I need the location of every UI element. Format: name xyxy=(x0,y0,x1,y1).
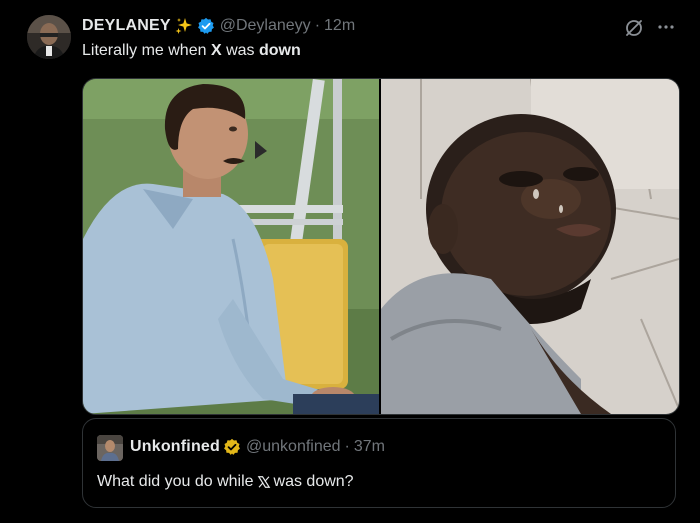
verified-badge-icon[interactable] xyxy=(197,17,215,35)
grok-icon[interactable] xyxy=(624,18,644,43)
quoted-author-avatar[interactable] xyxy=(97,435,123,461)
quoted-tweet-timestamp[interactable]: 37m xyxy=(354,438,385,456)
tweet-media xyxy=(82,78,680,415)
tweet-header: DEYLANEY @Deylaneyy · 12m xyxy=(82,16,355,36)
quoted-tweet-text: What did you do while was down? xyxy=(97,473,354,490)
verified-badge-icon[interactable] xyxy=(223,438,241,456)
quoted-tweet[interactable]: Unkonfined @unkonfined · 37m What did yo… xyxy=(82,418,676,508)
more-icon[interactable] xyxy=(656,17,676,42)
tweet-text: Literally me when X was down xyxy=(82,42,301,59)
x-logo-icon xyxy=(257,475,271,489)
media-image-right[interactable] xyxy=(381,79,679,414)
sparkles-icon xyxy=(174,16,194,36)
avatar-image xyxy=(27,15,71,59)
separator-dot: · xyxy=(344,438,350,455)
tweet-timestamp[interactable]: 12m xyxy=(324,17,355,35)
quoted-author-handle[interactable]: @unkonfined xyxy=(246,438,341,456)
author-name[interactable]: DEYLANEY xyxy=(82,17,171,35)
author-avatar[interactable] xyxy=(27,15,71,59)
author-handle[interactable]: @Deylaneyy xyxy=(220,17,311,35)
quoted-avatar-image xyxy=(97,435,123,461)
media-image-left[interactable] xyxy=(83,79,379,414)
quoted-tweet-header: Unkonfined @unkonfined · 37m xyxy=(130,438,385,456)
quoted-author-name[interactable]: Unkonfined xyxy=(130,438,220,456)
separator-dot: · xyxy=(314,17,321,34)
